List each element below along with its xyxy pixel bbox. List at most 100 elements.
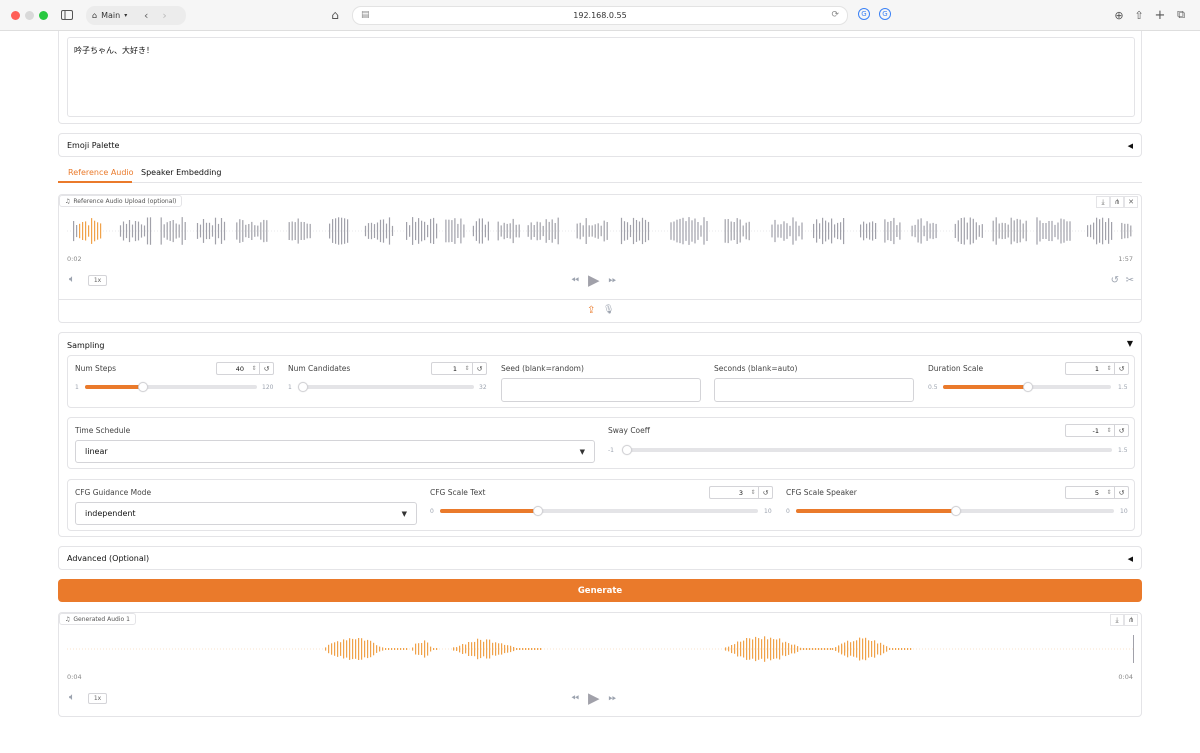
waveform-bar	[746, 638, 748, 660]
waveform-bar	[691, 220, 693, 242]
emoji-palette-accordion[interactable]: Emoji Palette ◀	[58, 133, 1142, 157]
trim-scissors-icon[interactable]: ✂	[1126, 275, 1134, 286]
reset-icon[interactable]: ↺	[1114, 425, 1128, 436]
tab-speaker-embedding[interactable]: Speaker Embedding	[141, 168, 221, 177]
playback-speed-button[interactable]: 1x	[88, 693, 107, 704]
cfg-guidance-mode-select[interactable]: independent ▼	[75, 502, 417, 525]
reset-icon[interactable]: ↺	[472, 363, 486, 374]
stepper-icon[interactable]: ⇕	[1104, 489, 1114, 496]
rewind-icon[interactable]: ⏪︎	[571, 275, 579, 286]
forward-arrow-icon[interactable]: ›	[162, 9, 166, 22]
text-input[interactable]: 吟子ちゃん、大好き！	[67, 37, 1135, 117]
waveform-bar	[724, 219, 726, 243]
undo-icon[interactable]: ↺	[1111, 275, 1119, 286]
upload-icon[interactable]: ⇪	[587, 305, 595, 316]
stepper-icon[interactable]: ⇕	[1104, 365, 1114, 372]
waveform-bar	[172, 220, 174, 243]
volume-icon[interactable]: 🔈︎	[69, 274, 75, 285]
advanced-title: Advanced (Optional)	[67, 554, 150, 563]
download-icon[interactable]: ⤓	[1110, 614, 1124, 626]
tab-overview-icon[interactable]: ⧉	[1175, 7, 1187, 23]
generated-audio-panel: ♫ Generated Audio 1 ⤓ ⋔ 0:04 0:04 🔈︎ 1x …	[58, 612, 1142, 717]
page-settings-icon[interactable]: ▤	[361, 10, 370, 20]
reset-icon[interactable]: ↺	[758, 487, 772, 498]
fast-forward-icon[interactable]: ⏩︎	[609, 275, 617, 286]
extension-icon-1[interactable]: G	[858, 8, 870, 20]
waveform-bar	[388, 648, 390, 650]
translate-reload-icon[interactable]: ⟳	[831, 10, 839, 20]
seed-input[interactable]	[501, 378, 701, 402]
reset-icon[interactable]: ↺	[1114, 363, 1128, 374]
waveform-bar	[328, 644, 330, 654]
expand-arrow-icon[interactable]: ▼	[1127, 339, 1133, 348]
waveform-bar	[361, 638, 363, 660]
profile-selector[interactable]: ⌂ Main ▾ ‹ ›	[86, 6, 186, 25]
share-icon[interactable]: ⋔	[1110, 196, 1124, 208]
num-steps-input[interactable]: 40 ⇕ ↺	[216, 362, 274, 375]
sway-coeff-slider[interactable]	[622, 445, 1112, 455]
music-note-icon: ♫	[65, 197, 71, 205]
duration-scale-input[interactable]: 1 ⇕ ↺	[1065, 362, 1129, 375]
stepper-icon[interactable]: ⇕	[748, 489, 758, 496]
waveform-bar	[727, 219, 729, 244]
duration-scale-slider[interactable]	[943, 382, 1111, 392]
waveform-bar	[730, 221, 732, 241]
advanced-accordion[interactable]: Advanced (Optional) ◀	[58, 546, 1142, 570]
play-icon[interactable]: ▶	[588, 689, 600, 707]
sway-coeff-input[interactable]: -1 ⇕ ↺	[1065, 424, 1129, 437]
waveform-bar	[776, 639, 778, 659]
cfg-scale-text-input[interactable]: 3 ⇕ ↺	[709, 486, 773, 499]
generate-button[interactable]: Generate	[58, 579, 1142, 602]
cfg-scale-text-slider[interactable]	[440, 506, 758, 516]
waveform-bar	[801, 222, 803, 240]
microphone-icon[interactable]: 🎙︎	[603, 305, 614, 315]
share-icon[interactable]: ⋔	[1124, 614, 1138, 626]
waveform-bar	[344, 218, 346, 244]
reset-icon[interactable]: ↺	[1114, 487, 1128, 498]
minimize-window-button[interactable]	[25, 11, 34, 20]
waveform-bar	[644, 219, 647, 243]
seconds-input[interactable]	[714, 378, 914, 402]
waveform-bar	[1042, 223, 1044, 239]
home-icon[interactable]: ⌂	[328, 7, 342, 23]
num-steps-slider[interactable]	[85, 382, 257, 392]
waveform-bar	[358, 638, 360, 660]
waveform-bar	[1022, 223, 1024, 239]
waveform-bar	[1105, 222, 1107, 241]
num-candidates-input[interactable]: 1 ⇕ ↺	[431, 362, 487, 375]
rewind-icon[interactable]: ⏪︎	[571, 693, 579, 704]
close-window-button[interactable]	[11, 11, 20, 20]
download-icon[interactable]: ⤓	[1096, 196, 1110, 208]
new-tab-icon[interactable]: +	[1154, 7, 1166, 23]
fast-forward-icon[interactable]: ⏩︎	[609, 693, 617, 704]
maximize-window-button[interactable]	[39, 11, 48, 20]
cfg-scale-speaker-slider[interactable]	[796, 506, 1114, 516]
share-icon[interactable]: ⇧	[1133, 7, 1145, 23]
stepper-icon[interactable]: ⇕	[1104, 427, 1114, 434]
tab-reference-audio[interactable]: Reference Audio	[68, 168, 134, 177]
extension-icon-2[interactable]: G	[879, 8, 891, 20]
cfg-scale-speaker-input[interactable]: 5 ⇕ ↺	[1065, 486, 1129, 499]
playback-speed-button[interactable]: 1x	[88, 275, 107, 286]
downloads-icon[interactable]: ⊕	[1113, 7, 1125, 23]
reset-icon[interactable]: ↺	[259, 363, 273, 374]
sidebar-toggle-icon[interactable]	[60, 7, 74, 23]
url-bar[interactable]: ▤ 192.168.0.55 ⟳	[352, 6, 848, 25]
sampling-title[interactable]: Sampling	[67, 341, 104, 350]
stepper-icon[interactable]: ⇕	[249, 365, 259, 372]
waveform-bar	[907, 648, 909, 650]
reference-waveform[interactable]	[67, 216, 1135, 246]
num-candidates-slider[interactable]	[298, 382, 474, 392]
generated-waveform[interactable]	[67, 633, 1135, 665]
waveform-bar	[1063, 219, 1065, 243]
waveform-bar	[824, 648, 826, 650]
waveform-bar	[585, 218, 587, 244]
stepper-icon[interactable]: ⇕	[462, 365, 472, 372]
volume-icon[interactable]: 🔈︎	[69, 692, 75, 703]
back-arrow-icon[interactable]: ‹	[144, 9, 148, 22]
waveform-bar	[329, 223, 331, 239]
waveform-bar	[591, 225, 593, 237]
clear-icon[interactable]: ✕	[1124, 196, 1138, 208]
play-icon[interactable]: ▶	[588, 271, 600, 289]
time-schedule-select[interactable]: linear ▼	[75, 440, 595, 463]
